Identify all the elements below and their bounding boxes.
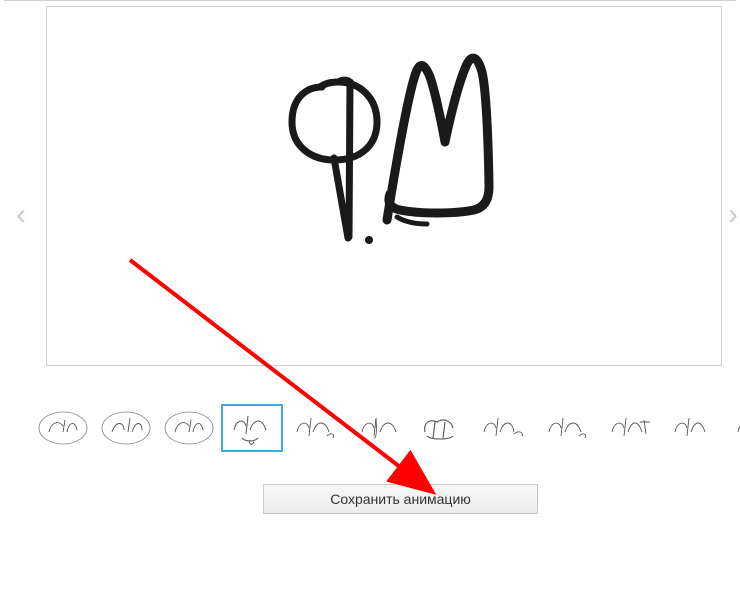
save-animation-button[interactable]: Сохранить анимацию <box>263 484 538 514</box>
chevron-left-icon: ‹ <box>16 198 26 232</box>
thumbnail-4[interactable] <box>284 404 346 452</box>
next-button[interactable]: › <box>728 195 738 235</box>
thumbnail-8[interactable] <box>536 404 598 452</box>
save-button-label: Сохранить анимацию <box>330 491 471 507</box>
thumbnail-10[interactable] <box>662 404 724 452</box>
thumbnail-1[interactable] <box>95 404 157 452</box>
prev-button[interactable]: ‹ <box>10 195 32 235</box>
thumbnail-3[interactable] <box>221 404 283 452</box>
signature-preview <box>46 6 722 366</box>
chevron-right-icon: › <box>728 198 738 232</box>
signature-thumbnails <box>32 398 740 458</box>
thumbnail-6[interactable] <box>410 404 472 452</box>
thumbnail-11[interactable] <box>725 404 740 452</box>
thumbnail-5[interactable] <box>347 404 409 452</box>
top-border <box>4 0 736 1</box>
thumbnail-2[interactable] <box>158 404 220 452</box>
thumbnail-7[interactable] <box>473 404 535 452</box>
thumbnail-0[interactable] <box>32 404 94 452</box>
signature-main-display <box>252 42 512 262</box>
thumbnail-9[interactable] <box>599 404 661 452</box>
